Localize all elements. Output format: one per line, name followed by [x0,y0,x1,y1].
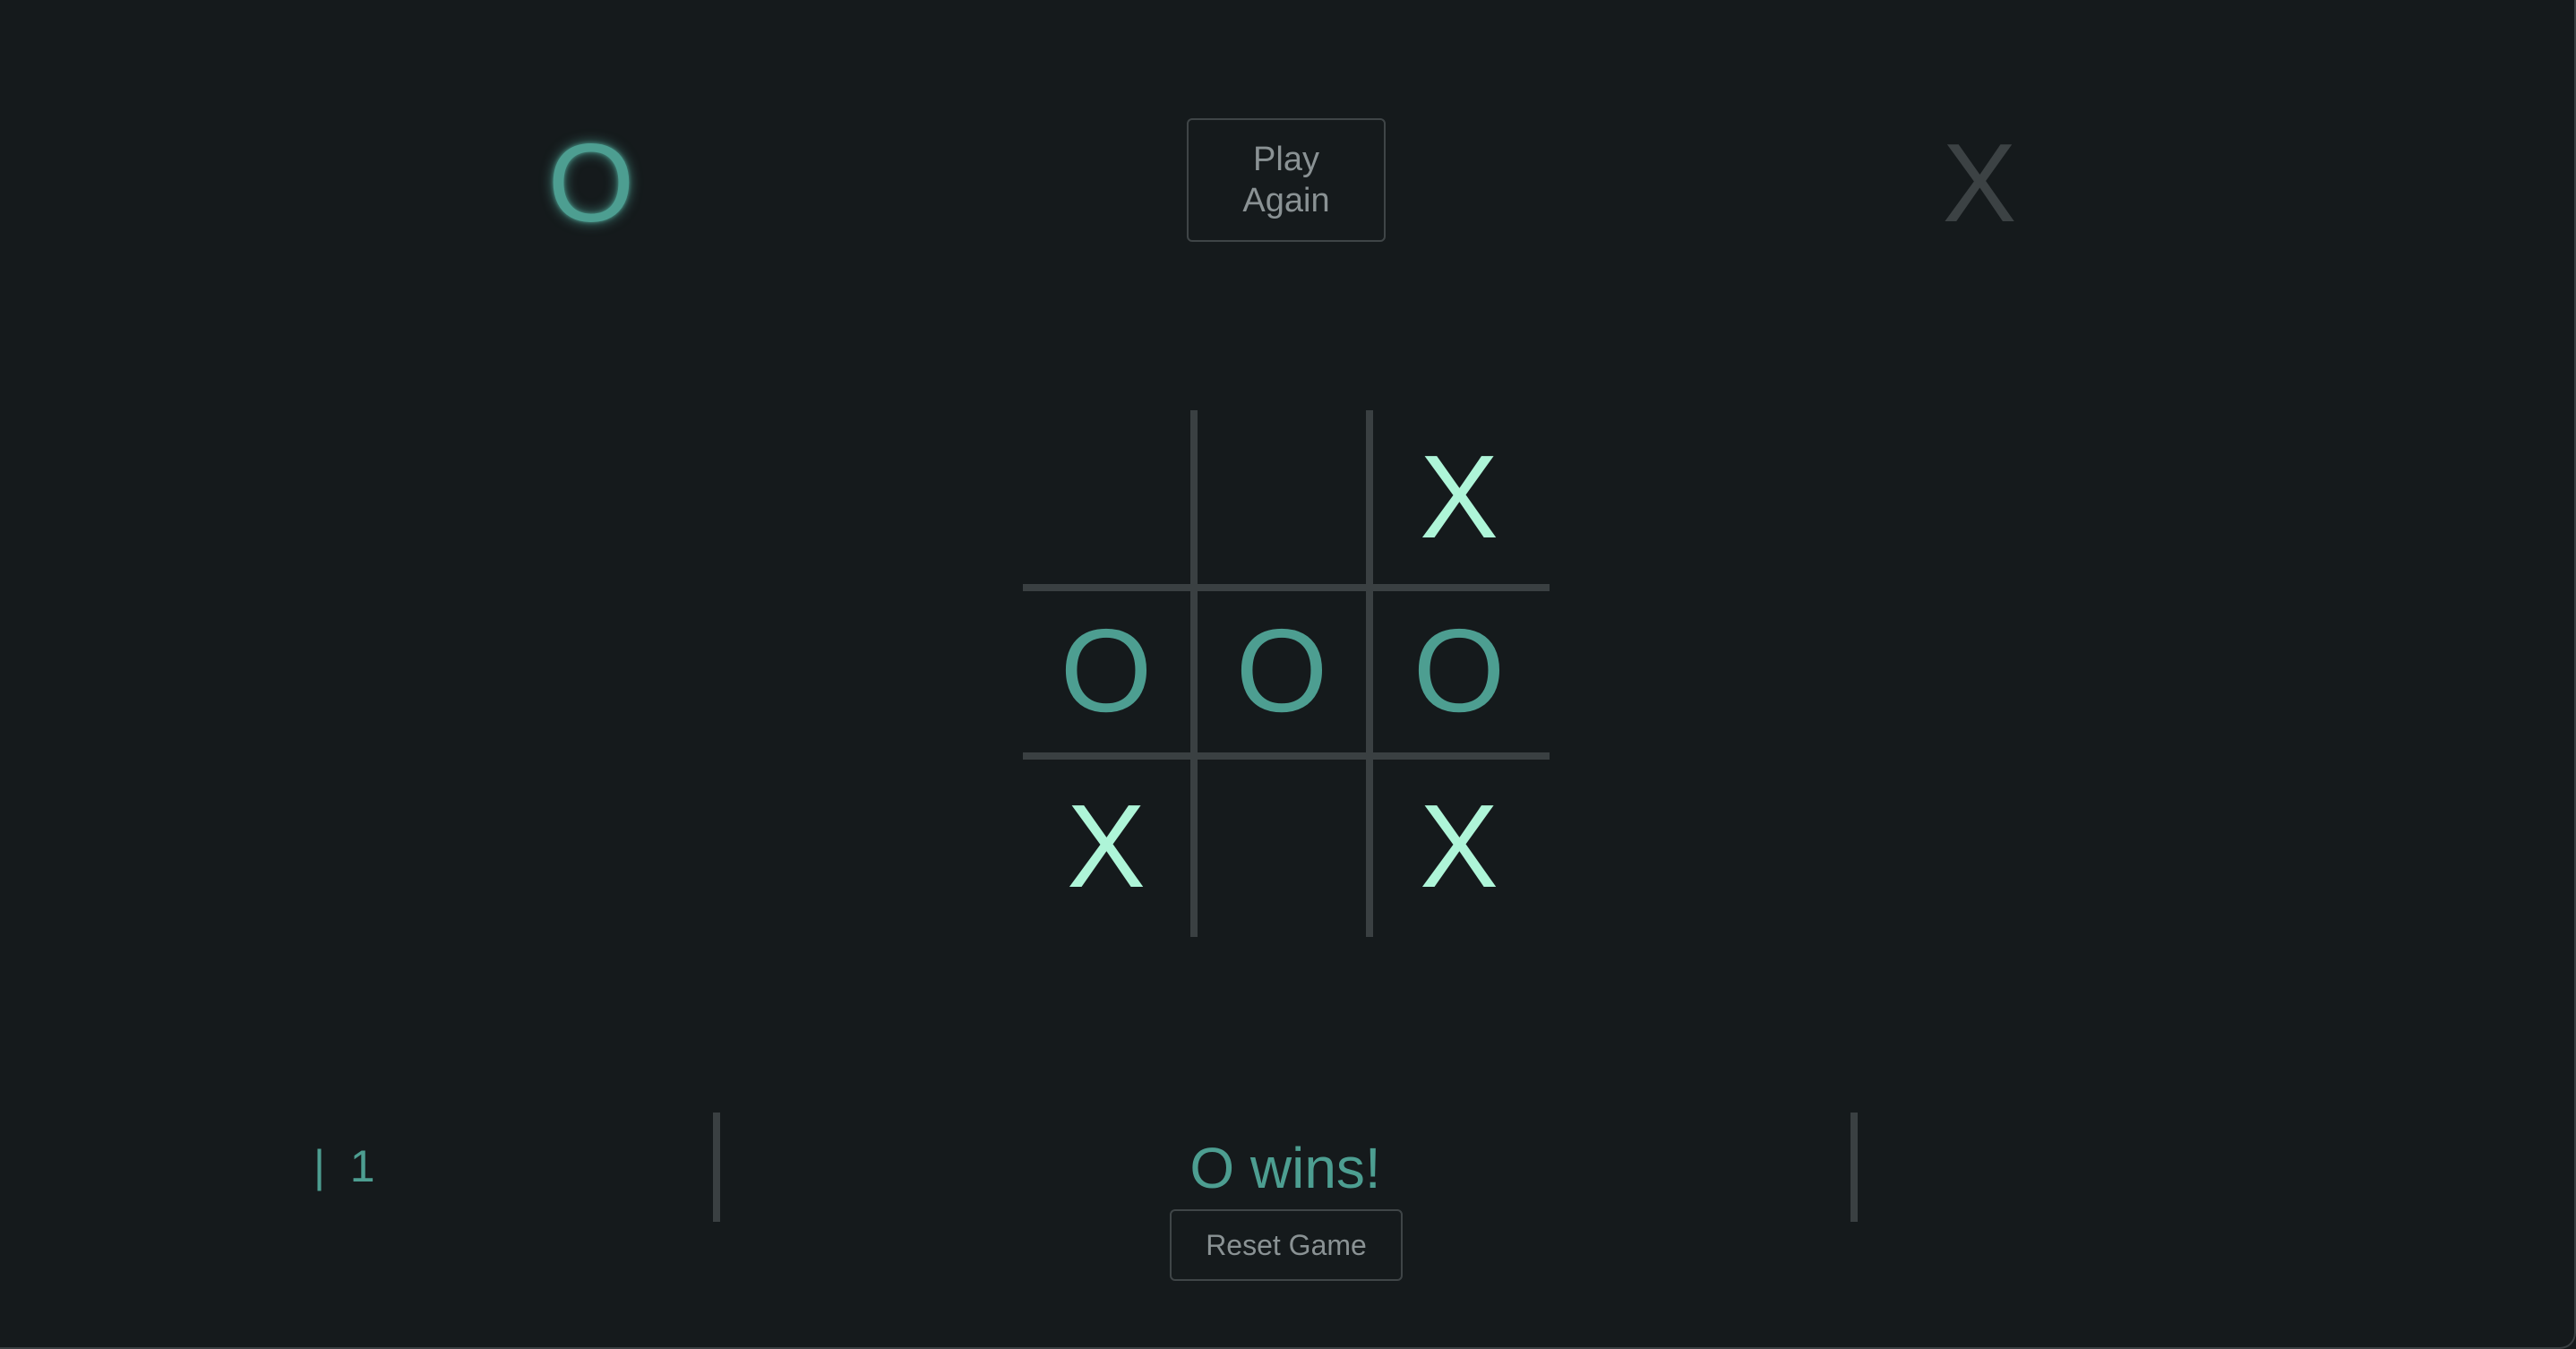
score-display: | 1 [313,1141,375,1191]
game-window: O Play Again X X O O O X X | 1 O wins! R… [0,0,2576,1349]
grid-line-vertical-2 [1366,410,1373,937]
player-o-indicator: O [547,122,635,245]
board-cell-3[interactable]: X [1374,414,1544,580]
board-cell-4[interactable]: O [1021,588,1191,754]
board-cell-8[interactable] [1197,763,1367,930]
board-cell-9[interactable]: X [1374,763,1544,930]
footer-divider-right [1850,1113,1858,1222]
game-board: X O O O X X [1023,410,1550,937]
footer-divider-left [713,1113,720,1222]
board-cell-2[interactable] [1197,414,1367,580]
play-again-button[interactable]: Play Again [1187,118,1386,242]
player-x-indicator: X [1942,122,2017,245]
board-cell-5[interactable]: O [1197,588,1367,754]
board-cell-1[interactable] [1021,414,1191,580]
board-cell-6[interactable]: O [1374,588,1544,754]
reset-game-button[interactable]: Reset Game [1170,1209,1403,1281]
game-status: O wins! [1189,1136,1381,1200]
board-cell-7[interactable]: X [1021,763,1191,930]
